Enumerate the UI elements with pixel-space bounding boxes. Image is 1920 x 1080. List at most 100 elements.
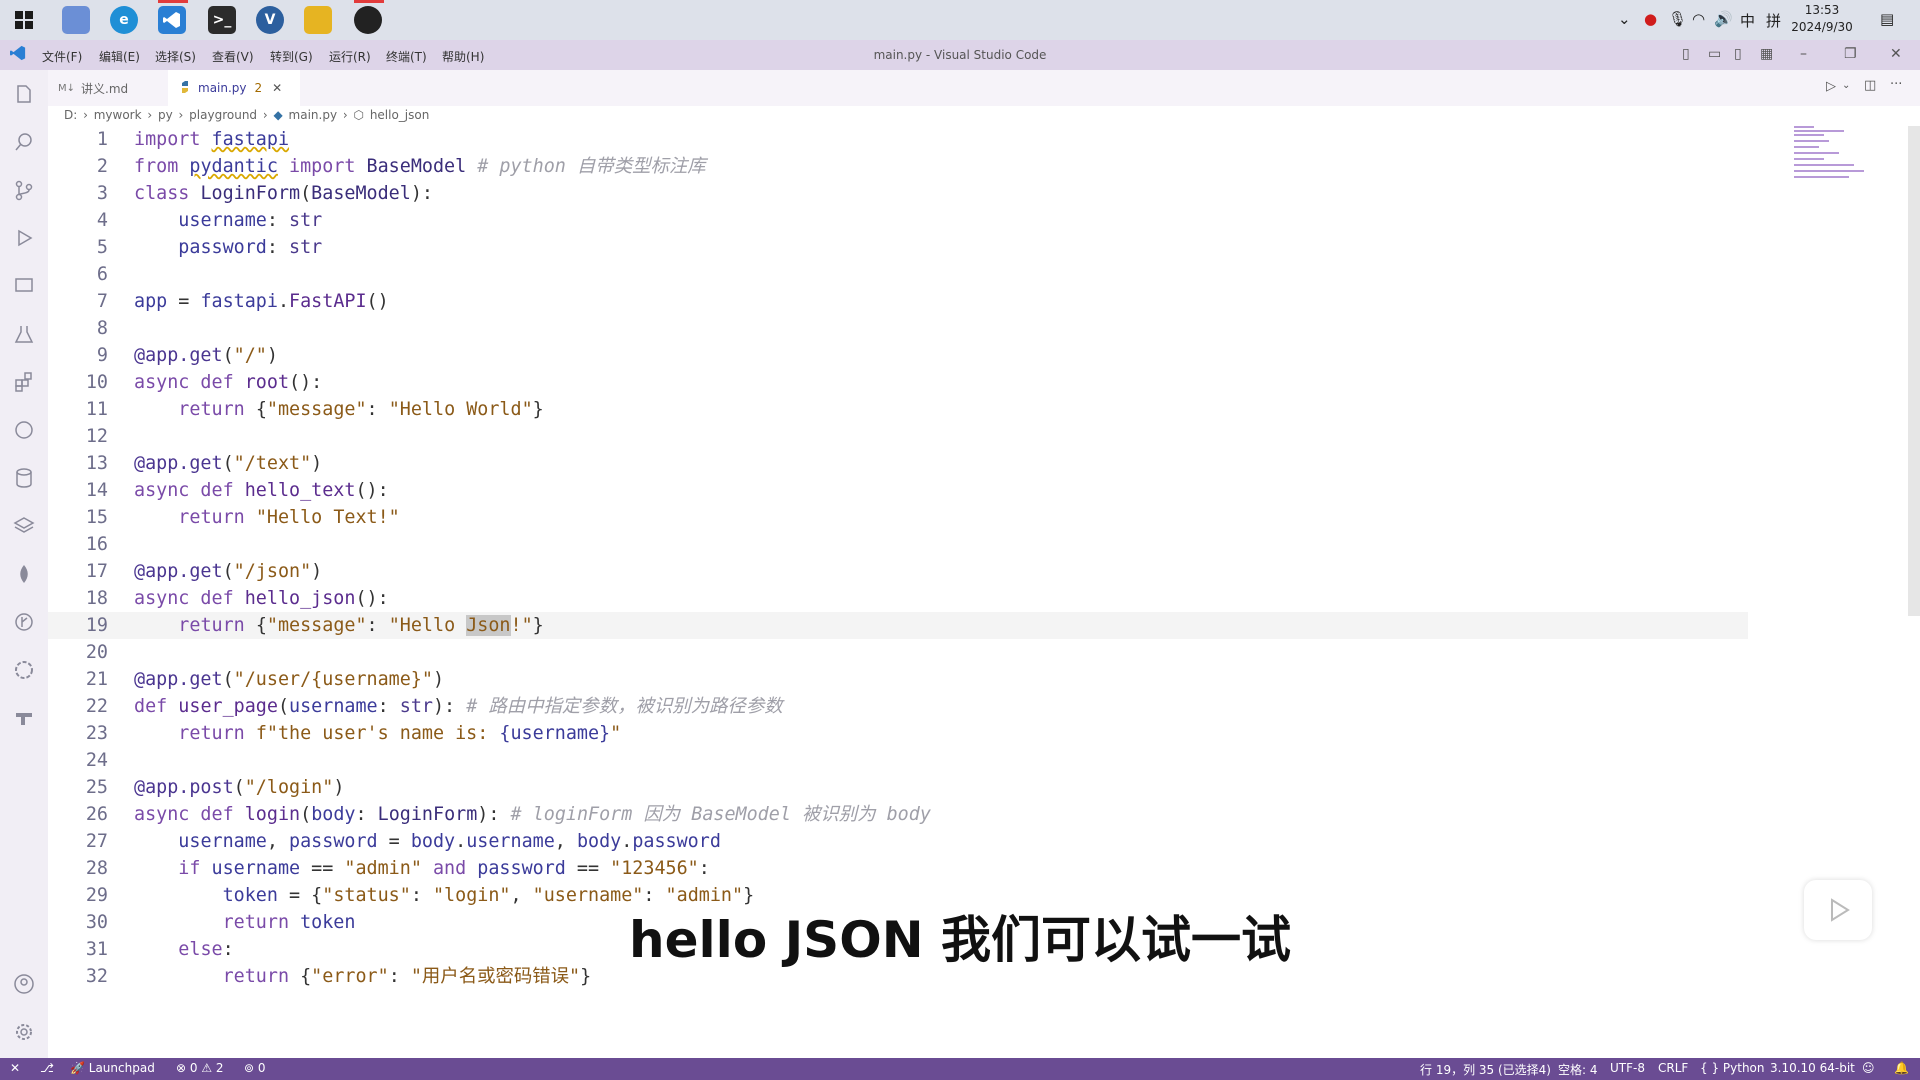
run-python-file-icon[interactable]: ▷ [1826,79,1836,94]
python-interpreter[interactable]: 3.10.10 64-bit [1770,1061,1855,1075]
toggle-secondary-sidebar-icon[interactable]: ▯ [1734,46,1742,62]
edge-icon[interactable]: e [110,6,138,34]
code-line[interactable]: 19 return {"message": "Hello Json!"} [48,612,1748,639]
code-line[interactable]: 24 [48,747,1748,774]
settings-gear-icon[interactable] [12,1020,36,1044]
code-line[interactable]: 16 [48,531,1748,558]
antivirus-icon[interactable]: ● [1644,10,1657,28]
notification-icon[interactable]: ▤ [1880,10,1894,28]
customize-layout-icon[interactable]: ▦ [1760,46,1773,62]
code-line[interactable]: 1 import fastapi [48,126,1748,153]
breadcrumb-item[interactable]: D: [64,108,77,122]
code-line[interactable]: 21 @app.get("/user/{username}") [48,666,1748,693]
code-line[interactable]: 18 async def hello_json(): [48,585,1748,612]
timeline-icon[interactable] [12,418,36,442]
tab-handout-md[interactable]: M↓ 讲义.md [48,70,178,106]
remote-explorer-icon[interactable] [12,274,36,298]
minimap[interactable] [1794,126,1914,196]
problems-status[interactable]: ⊗ 0 ⚠ 2 [176,1061,224,1075]
menu-selection[interactable]: 选择(S) [155,48,196,65]
ports-status[interactable]: ⊚ 0 [244,1061,266,1075]
menu-terminal[interactable]: 终端(T) [386,48,427,65]
end-of-line[interactable]: CRLF [1658,1061,1688,1075]
terminal-icon[interactable]: >_ [208,6,236,34]
menu-edit[interactable]: 编辑(E) [99,48,140,65]
menu-view[interactable]: 查看(V) [212,48,254,65]
toggle-panel-icon[interactable]: ▭ [1708,46,1721,62]
breadcrumb-item[interactable]: py [158,108,173,122]
code-line[interactable]: 22 def user_page(username: str): # 路由中指定参… [48,693,1748,720]
code-line[interactable]: 14 async def hello_text(): [48,477,1748,504]
feedback-icon[interactable]: ☺ [1862,1061,1875,1075]
breadcrumb-item[interactable]: main.py [289,108,338,122]
tools-icon[interactable] [12,706,36,730]
close-icon[interactable]: ✕ [1890,46,1902,62]
code-line[interactable]: 23 return f"the user's name is: {usernam… [48,720,1748,747]
explorer-icon[interactable] [12,82,36,106]
split-editor-icon[interactable]: ◫ [1864,78,1876,93]
menu-goto[interactable]: 转到(G) [270,48,313,65]
system-clock[interactable]: 13:53 2024/9/30 [1782,2,1862,36]
code-line[interactable]: 2 from pydantic import BaseModel # python… [48,153,1748,180]
database-icon[interactable] [12,466,36,490]
microphone-icon[interactable]: 🎙 [1668,10,1687,28]
extensions-icon[interactable] [12,370,36,394]
restore-icon[interactable]: ❐ [1844,46,1857,62]
more-actions-icon[interactable]: ··· [1890,77,1902,92]
menu-file[interactable]: 文件(F) [42,48,82,65]
notifications-bell-icon[interactable]: 🔔 [1894,1061,1909,1075]
code-line[interactable]: 26 async def login(body: LoginForm): # lo… [48,801,1748,828]
code-line[interactable]: 6 [48,261,1748,288]
code-line[interactable]: 5 password: str [48,234,1748,261]
ime-label[interactable]: 中 [1740,10,1755,31]
search-icon[interactable] [12,130,36,154]
code-line[interactable]: 8 [48,315,1748,342]
testing-icon[interactable] [12,322,36,346]
openai-icon[interactable] [12,658,36,682]
code-line[interactable]: 20 [48,639,1748,666]
editor-scrollbar[interactable] [1908,126,1920,616]
code-line[interactable]: 10 async def root(): [48,369,1748,396]
code-line[interactable]: 12 [48,423,1748,450]
file-manager-icon[interactable] [62,6,90,34]
breadcrumb-item[interactable]: hello_json [370,108,430,122]
launchpad-item[interactable]: 🚀 Launchpad [70,1061,155,1075]
code-line[interactable]: 17 @app.get("/json") [48,558,1748,585]
menu-run[interactable]: 运行(R) [329,48,371,65]
run-debug-icon[interactable] [12,226,36,250]
vetur-icon[interactable]: V [256,6,284,34]
volume-icon[interactable]: 🔊 [1714,10,1733,28]
indentation[interactable]: 空格: 4 [1558,1061,1598,1078]
mongodb-icon[interactable] [12,562,36,586]
toggle-sidebar-icon[interactable]: ▯ [1682,46,1690,62]
play-button[interactable] [1804,880,1872,940]
code-line[interactable]: 4 username: str [48,207,1748,234]
breadcrumb-item[interactable]: mywork [94,108,142,122]
account-icon[interactable] [12,972,36,996]
vscode-icon[interactable] [158,6,186,34]
app-icon[interactable] [354,6,382,34]
breadcrumb-item[interactable]: playground [189,108,257,122]
language-mode[interactable]: { } Python [1700,1061,1765,1075]
git-graph-icon[interactable] [12,610,36,634]
source-control-status-icon[interactable]: ⎇ [40,1061,54,1075]
code-line[interactable]: 3 class LoginForm(BaseModel): [48,180,1748,207]
cursor-position[interactable]: 行 19，列 35 (已选择4) [1420,1061,1551,1078]
tab-main-py[interactable]: main.py 2 ✕ [168,70,300,106]
remote-indicator-icon[interactable]: ✕ [10,1061,20,1075]
ime-grid-label[interactable]: 拼 [1766,10,1781,31]
code-line[interactable]: 15 return "Hello Text!" [48,504,1748,531]
source-control-icon[interactable] [12,178,36,202]
menu-help[interactable]: 帮助(H) [442,48,484,65]
chevron-down-icon[interactable]: ⌄ [1842,80,1850,91]
encoding[interactable]: UTF-8 [1610,1061,1645,1075]
folder-icon[interactable] [304,6,332,34]
layers-icon[interactable] [12,514,36,538]
code-line[interactable]: 27 username, password = body.username, b… [48,828,1748,855]
code-line[interactable]: 7 app = fastapi.FastAPI() [48,288,1748,315]
code-line[interactable]: 11 return {"message": "Hello World"} [48,396,1748,423]
windows-start-icon[interactable] [10,6,38,34]
chevron-up-icon[interactable]: ⌄ [1618,10,1631,28]
close-tab-icon[interactable]: ✕ [272,81,282,95]
code-line[interactable]: 9 @app.get("/") [48,342,1748,369]
